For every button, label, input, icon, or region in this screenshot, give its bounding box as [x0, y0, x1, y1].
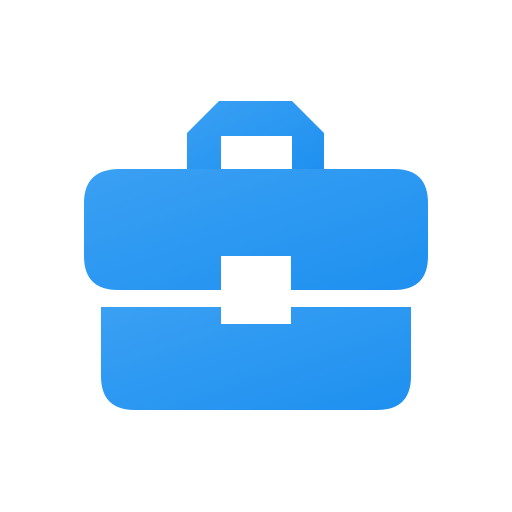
briefcase-icon — [84, 101, 428, 410]
briefcase-handle — [187, 101, 324, 172]
briefcase-base — [101, 307, 411, 410]
briefcase-lid — [84, 169, 428, 290]
app-icon-canvas — [0, 0, 512, 512]
